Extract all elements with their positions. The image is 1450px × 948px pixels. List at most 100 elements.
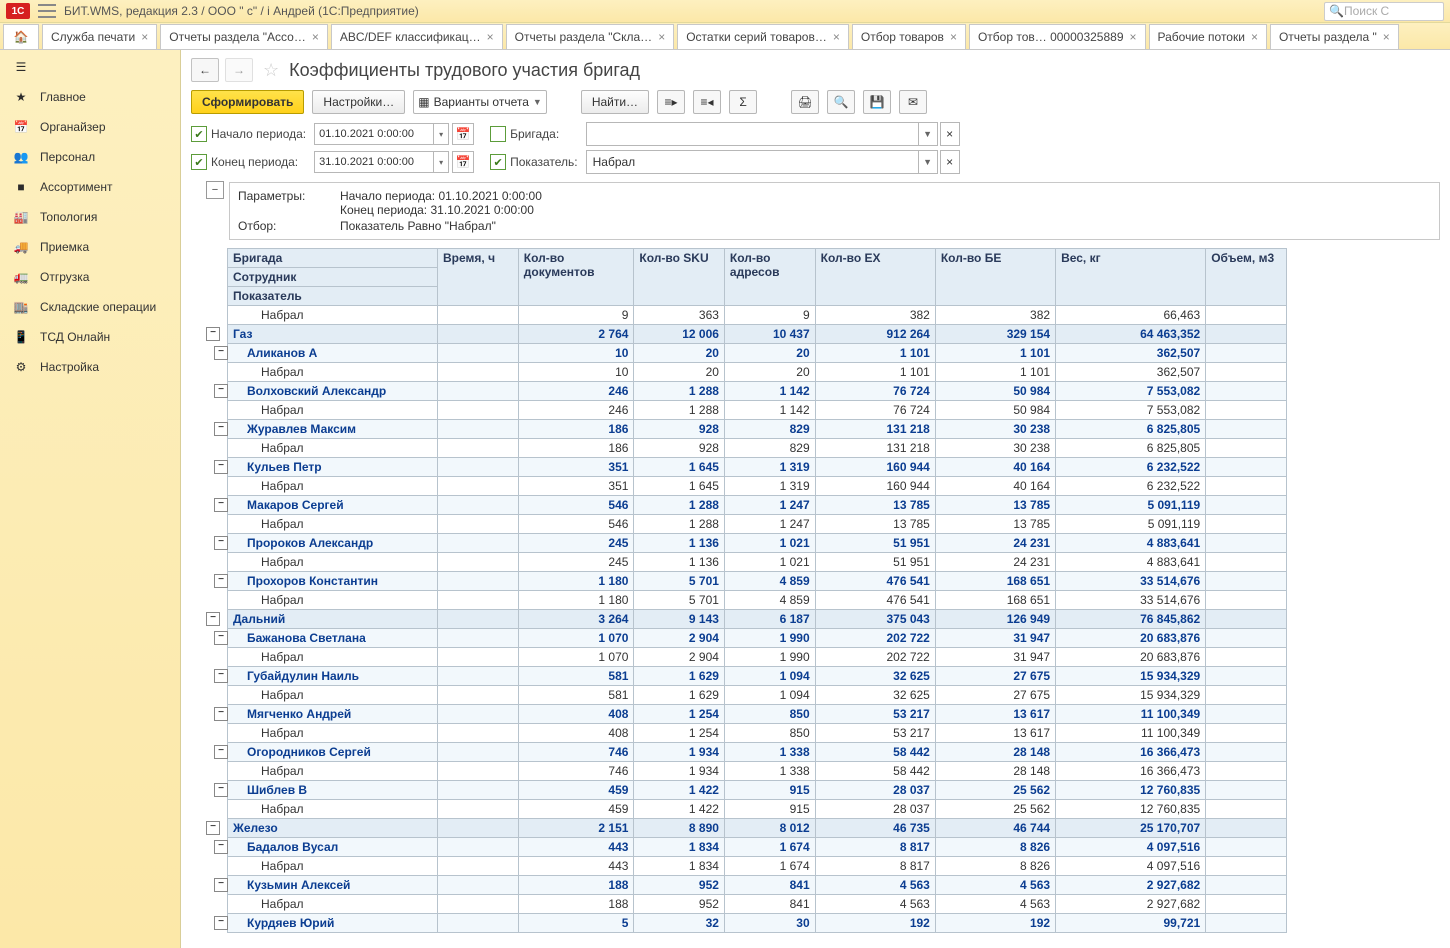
table-row[interactable]: −Аликанов А1020201 1011 101362,507	[228, 344, 1287, 363]
table-row[interactable]: Набрал2461 2881 14276 72450 9847 553,082	[228, 401, 1287, 420]
tab-8[interactable]: Отчеты раздела "×	[1270, 24, 1399, 49]
row-toggle[interactable]: −	[214, 498, 228, 512]
table-row[interactable]: Набрал4591 42291528 03725 56212 760,835	[228, 800, 1287, 819]
table-row[interactable]: −Макаров Сергей5461 2881 24713 78513 785…	[228, 496, 1287, 515]
table-row[interactable]: Набрал9363938238266,463	[228, 306, 1287, 325]
sidebar-toggle[interactable]: ☰	[0, 52, 180, 82]
sidebar-item-2[interactable]: 👥Персонал	[0, 142, 180, 172]
sidebar-item-4[interactable]: 🏭Топология	[0, 202, 180, 232]
tab-5[interactable]: Отбор товаров×	[852, 24, 966, 49]
nav-back-button[interactable]: ←	[191, 58, 219, 82]
row-toggle[interactable]: −	[214, 384, 228, 398]
table-row[interactable]: −Дальний3 2649 1436 187375 043126 94976 …	[228, 610, 1287, 629]
row-toggle[interactable]: −	[214, 878, 228, 892]
table-row[interactable]: Набрал1889528414 5634 5632 927,682	[228, 895, 1287, 914]
table-row[interactable]: −Губайдулин Наиль5811 6291 09432 62527 6…	[228, 667, 1287, 686]
tab-3[interactable]: Отчеты раздела "Скла…×	[506, 24, 675, 49]
sum-button[interactable]: Σ	[729, 90, 757, 114]
metric-input[interactable]: Набрал▼	[586, 150, 938, 174]
end-period-spin[interactable]: ▾	[434, 151, 449, 173]
table-row[interactable]: −Прохоров Константин1 1805 7014 859476 5…	[228, 572, 1287, 591]
menu-icon[interactable]	[38, 4, 56, 18]
row-toggle[interactable]: −	[214, 783, 228, 797]
table-row[interactable]: Набрал1020201 1011 101362,507	[228, 363, 1287, 382]
start-period-checkbox[interactable]: ✔	[191, 126, 207, 142]
params-collapse-toggle[interactable]: −	[206, 181, 224, 199]
sidebar-item-7[interactable]: 🏬Складские операции	[0, 292, 180, 322]
table-row[interactable]: Набрал4431 8341 6748 8178 8264 097,516	[228, 857, 1287, 876]
table-row[interactable]: −Пророков Александр2451 1361 02151 95124…	[228, 534, 1287, 553]
table-row[interactable]: −Железо2 1518 8908 01246 73546 74425 170…	[228, 819, 1287, 838]
table-row[interactable]: −Курдяев Юрий5323019219299,721	[228, 914, 1287, 933]
row-toggle[interactable]: −	[214, 707, 228, 721]
print-button[interactable]: 🖨	[791, 90, 819, 114]
tab-6[interactable]: Отбор тов… 00000325889×	[969, 24, 1146, 49]
table-row[interactable]: Набрал1 0702 9041 990202 72231 94720 683…	[228, 648, 1287, 667]
row-toggle[interactable]: −	[206, 612, 220, 626]
preview-button[interactable]: 🔍	[827, 90, 855, 114]
row-toggle[interactable]: −	[206, 327, 220, 341]
row-toggle[interactable]: −	[214, 669, 228, 683]
row-toggle[interactable]: −	[214, 346, 228, 360]
close-icon[interactable]: ×	[1130, 30, 1137, 44]
table-row[interactable]: Набрал5811 6291 09432 62527 67515 934,32…	[228, 686, 1287, 705]
row-toggle[interactable]: −	[214, 460, 228, 474]
tab-0[interactable]: Служба печати×	[42, 24, 157, 49]
end-period-input[interactable]: 31.10.2021 0:00:00	[314, 151, 434, 173]
tab-home[interactable]: 🏠	[3, 24, 39, 49]
close-icon[interactable]: ×	[1251, 30, 1258, 44]
sidebar-item-6[interactable]: 🚛Отгрузка	[0, 262, 180, 292]
sidebar-item-8[interactable]: 📱ТСД Онлайн	[0, 322, 180, 352]
row-toggle[interactable]: −	[214, 840, 228, 854]
table-row[interactable]: −Бадалов Вусал4431 8341 6748 8178 8264 0…	[228, 838, 1287, 857]
brigade-clear[interactable]: ×	[940, 122, 960, 146]
chevron-down-icon[interactable]: ▼	[918, 151, 937, 173]
nav-fwd-button[interactable]: →	[225, 58, 253, 82]
favorite-icon[interactable]: ☆	[263, 60, 279, 81]
row-toggle[interactable]: −	[214, 422, 228, 436]
close-icon[interactable]: ×	[487, 30, 494, 44]
collapse-rows-button[interactable]: ≡◂	[693, 90, 721, 114]
expand-rows-button[interactable]: ≡▸	[657, 90, 685, 114]
table-row[interactable]: Набрал4081 25485053 21713 61711 100,349	[228, 724, 1287, 743]
brigade-checkbox[interactable]: ✔	[490, 126, 506, 142]
chevron-down-icon[interactable]: ▼	[918, 123, 937, 145]
start-period-spin[interactable]: ▾	[434, 123, 449, 145]
metric-clear[interactable]: ×	[940, 150, 960, 174]
brigade-input[interactable]: ▼	[586, 122, 938, 146]
table-row[interactable]: Набрал3511 6451 319160 94440 1646 232,52…	[228, 477, 1287, 496]
row-toggle[interactable]: −	[206, 821, 220, 835]
close-icon[interactable]: ×	[141, 30, 148, 44]
table-row[interactable]: −Газ2 76412 00610 437912 264329 15464 46…	[228, 325, 1287, 344]
sidebar-item-0[interactable]: ★Главное	[0, 82, 180, 112]
table-row[interactable]: Набрал186928829131 21830 2386 825,805	[228, 439, 1287, 458]
row-toggle[interactable]: −	[214, 536, 228, 550]
sidebar-item-1[interactable]: 📅Органайзер	[0, 112, 180, 142]
global-search[interactable]: 🔍 Поиск C	[1324, 2, 1444, 21]
metric-checkbox[interactable]: ✔	[490, 154, 506, 170]
row-toggle[interactable]: −	[214, 574, 228, 588]
tab-4[interactable]: Остатки серий товаров…×	[677, 24, 849, 49]
start-period-calendar[interactable]: 📅	[452, 123, 474, 145]
table-row[interactable]: Набрал7461 9341 33858 44228 14816 366,47…	[228, 762, 1287, 781]
table-row[interactable]: Набрал1 1805 7014 859476 541168 65133 51…	[228, 591, 1287, 610]
start-period-input[interactable]: 01.10.2021 0:00:00	[314, 123, 434, 145]
table-row[interactable]: −Огородников Сергей7461 9341 33858 44228…	[228, 743, 1287, 762]
email-button[interactable]: ✉	[899, 90, 927, 114]
close-icon[interactable]: ×	[950, 30, 957, 44]
sidebar-item-3[interactable]: ■Ассортимент	[0, 172, 180, 202]
form-button[interactable]: Сформировать	[191, 90, 304, 114]
table-row[interactable]: −Бажанова Светлана1 0702 9041 990202 722…	[228, 629, 1287, 648]
end-period-checkbox[interactable]: ✔	[191, 154, 207, 170]
save-button[interactable]: 💾	[863, 90, 891, 114]
variants-dropdown[interactable]: ▦Варианты отчета▼	[413, 90, 547, 114]
close-icon[interactable]: ×	[833, 30, 840, 44]
row-toggle[interactable]: −	[214, 745, 228, 759]
find-button[interactable]: Найти…	[581, 90, 649, 114]
table-row[interactable]: −Кульев Петр3511 6451 319160 94440 1646 …	[228, 458, 1287, 477]
close-icon[interactable]: ×	[658, 30, 665, 44]
row-toggle[interactable]: −	[214, 631, 228, 645]
table-row[interactable]: −Журавлев Максим186928829131 21830 2386 …	[228, 420, 1287, 439]
table-row[interactable]: −Волховский Александр2461 2881 14276 724…	[228, 382, 1287, 401]
tab-7[interactable]: Рабочие потоки×	[1149, 24, 1267, 49]
